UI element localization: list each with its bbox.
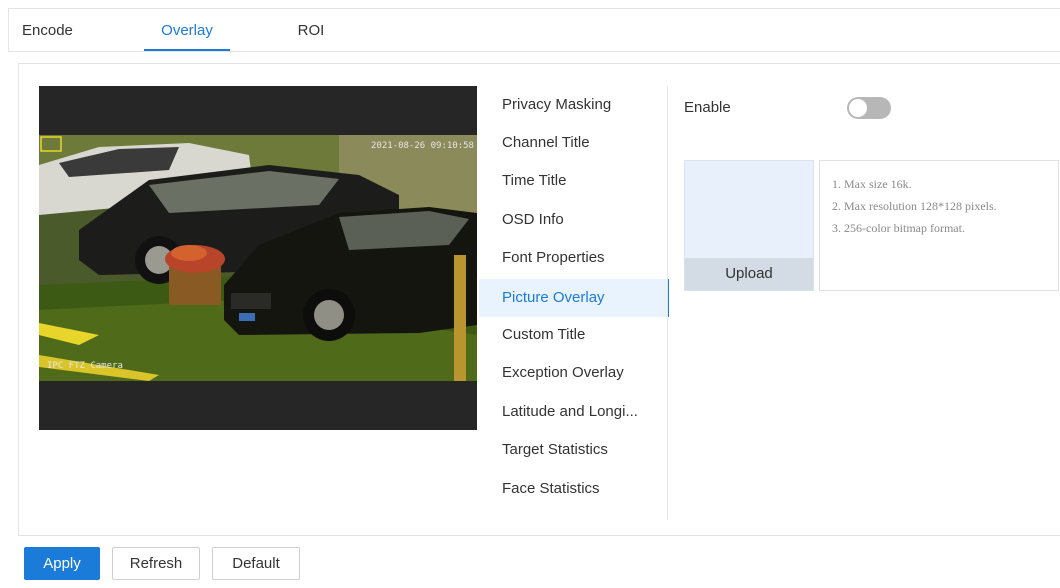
refresh-button[interactable]: Refresh: [112, 547, 200, 580]
menu-item-target-statistics[interactable]: Target Statistics: [479, 431, 668, 469]
enable-toggle[interactable]: [847, 97, 891, 119]
overlay-panel: 2021-08-26 09:10:58 IPC FTZ Camera Priva…: [18, 63, 1060, 536]
upload-hints: 1. Max size 16k. 2. Max resolution 128*1…: [819, 160, 1059, 291]
tab-overlay[interactable]: Overlay: [144, 9, 230, 52]
menu-divider: [667, 86, 668, 520]
default-button[interactable]: Default: [212, 547, 300, 580]
video-preview: 2021-08-26 09:10:58 IPC FTZ Camera: [39, 86, 477, 430]
menu-item-exception-overlay[interactable]: Exception Overlay: [479, 354, 668, 392]
upload-button[interactable]: Upload: [685, 258, 813, 290]
hint-max-size: 1. Max size 16k.: [832, 177, 912, 191]
tab-encode[interactable]: Encode: [22, 9, 73, 52]
enable-label: Enable: [684, 99, 731, 116]
menu-item-osd-info[interactable]: OSD Info: [479, 201, 668, 239]
parking-lot-illustration: [39, 135, 477, 381]
toggle-knob: [849, 99, 867, 117]
menu-item-custom-title[interactable]: Custom Title: [479, 316, 668, 354]
menu-item-time-title[interactable]: Time Title: [479, 162, 668, 200]
menu-item-latitude-longitude[interactable]: Latitude and Longi...: [479, 393, 668, 431]
apply-button[interactable]: Apply: [24, 547, 100, 580]
tab-roi[interactable]: ROI: [293, 9, 329, 52]
active-tab-indicator: [144, 49, 230, 51]
hint-bitmap-format: 3. 256-color bitmap format.: [832, 221, 965, 235]
menu-item-picture-overlay[interactable]: Picture Overlay: [479, 279, 669, 317]
picture-preview-box: Upload: [684, 160, 814, 291]
menu-item-channel-title[interactable]: Channel Title: [479, 124, 668, 162]
osd-timestamp: 2021-08-26 09:10:58: [371, 141, 474, 151]
menu-item-font-properties[interactable]: Font Properties: [479, 239, 668, 277]
menu-item-face-statistics[interactable]: Face Statistics: [479, 470, 668, 508]
menu-item-privacy-masking[interactable]: Privacy Masking: [479, 86, 668, 124]
camera-scene-image: 2021-08-26 09:10:58 IPC FTZ Camera: [39, 135, 477, 381]
hint-max-resolution: 2. Max resolution 128*128 pixels.: [832, 199, 997, 213]
osd-channel-title: IPC FTZ Camera: [47, 361, 123, 371]
tab-bar: Encode Overlay ROI: [8, 8, 1060, 52]
